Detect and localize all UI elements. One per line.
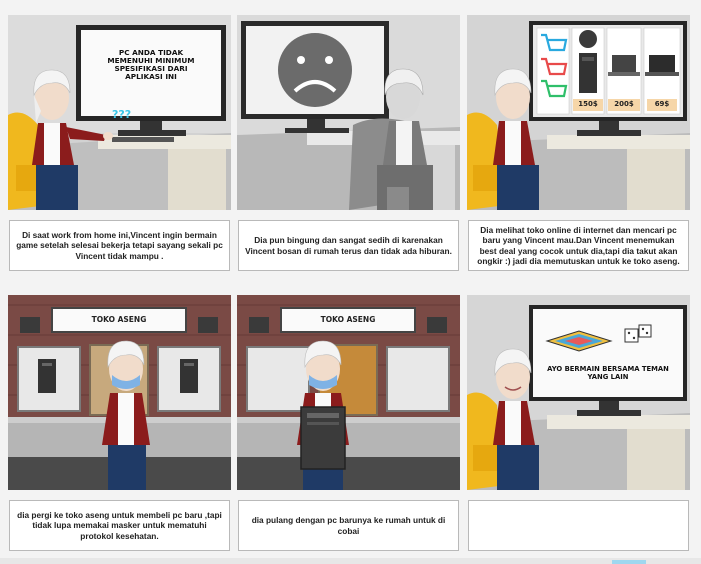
caption-3: Dia melihat toko online di internet dan … — [468, 220, 689, 271]
panel-3: 150$ 200$ 69$ — [467, 15, 690, 210]
invite-line-1: AYO BERMAIN BERSAMA TEMAN — [547, 365, 669, 373]
caption-4: dia pergi ke toko aseng untuk membeli pc… — [9, 500, 230, 551]
bottom-scroll-strip — [0, 558, 701, 564]
panel-1: PC ANDA TIDAK MEMENUHI MINIMUM SPESIFIKA… — [8, 15, 231, 210]
panel-5: TOKO ASENG — [237, 295, 460, 490]
warning-line-4: APLIKASI INI — [125, 72, 177, 81]
caption-5: dia pulang dengan pc barunya ke rumah un… — [238, 500, 459, 551]
confused-question-marks: ??? — [112, 108, 132, 121]
sad-face-icon — [278, 33, 352, 107]
panel-2 — [237, 15, 460, 210]
panel-4: TOKO ASENG — [8, 295, 231, 490]
invite-line-2: YANG LAIN — [587, 373, 629, 381]
price-200: 200$ — [614, 100, 634, 108]
store-sign: TOKO ASENG — [91, 315, 147, 324]
price-69: 69$ — [654, 100, 670, 108]
caption-6 — [468, 500, 689, 551]
monitor-invite-text: AYO BERMAIN BERSAMA TEMAN YANG LAIN — [537, 365, 679, 381]
monitor-warning-text: PC ANDA TIDAK MEMENUHI MINIMUM SPESIFIKA… — [86, 49, 216, 81]
price-150: 150$ — [578, 100, 598, 108]
store-sign: TOKO ASENG — [320, 315, 376, 324]
caption-1: Di saat work from home ini,Vincent ingin… — [9, 220, 230, 271]
bottom-tab-indicator[interactable] — [612, 560, 646, 564]
caption-2: Dia pun bingung dan sangat sedih di kare… — [238, 220, 459, 271]
panel-6: AYO BERMAIN BERSAMA TEMAN YANG LAIN — [467, 295, 690, 490]
